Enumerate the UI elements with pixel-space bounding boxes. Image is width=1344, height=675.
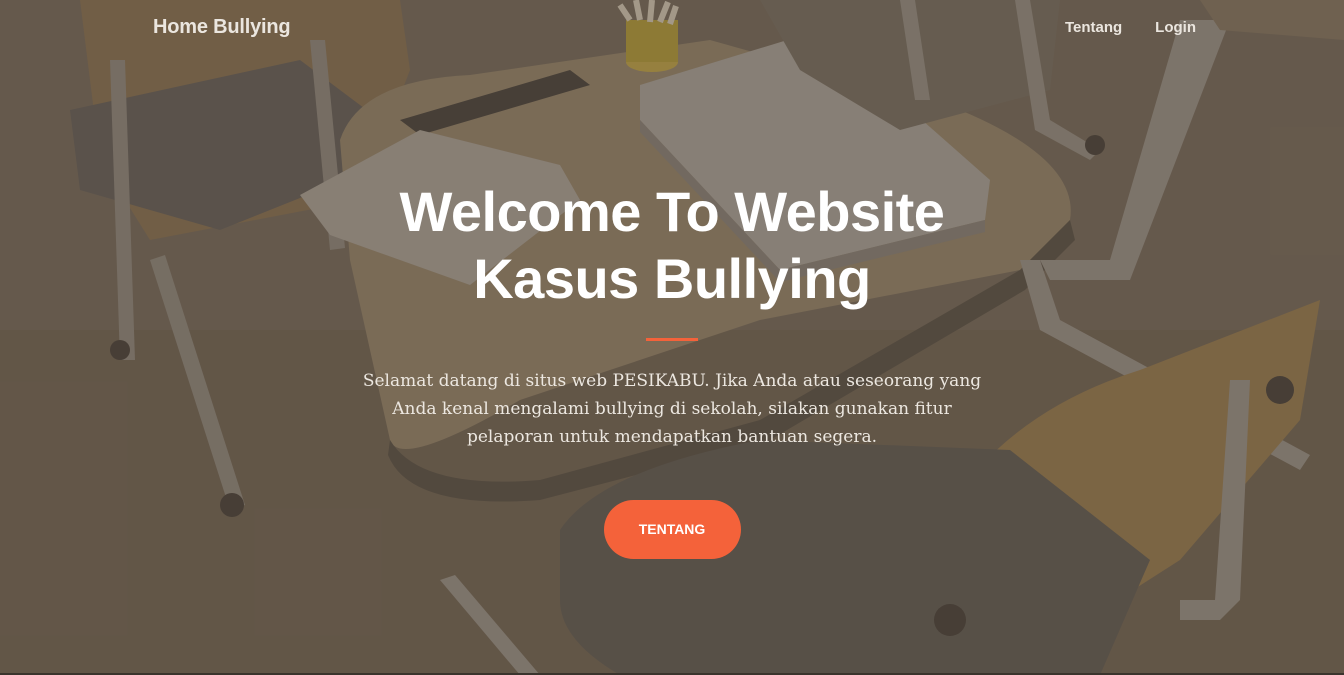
hero-title: Welcome To Website Kasus Bullying [322,178,1022,312]
hero-description: Selamat datang di situs web PESIKABU. Ji… [362,371,982,447]
hero-title-line2: Kasus Bullying [473,247,871,310]
hero-title-line1: Welcome To Website [399,180,945,243]
hero-section: Welcome To Website Kasus Bullying Selama… [0,178,1344,559]
navbar: Home Bullying Tentang Login [0,0,1344,60]
title-divider [646,338,698,341]
tentang-button[interactable]: TENTANG [603,500,741,559]
nav-links: Tentang Login [1065,19,1196,36]
nav-link-login[interactable]: Login [1155,19,1196,36]
nav-link-tentang[interactable]: Tentang [1065,19,1122,36]
brand-link[interactable]: Home Bullying [153,16,291,39]
